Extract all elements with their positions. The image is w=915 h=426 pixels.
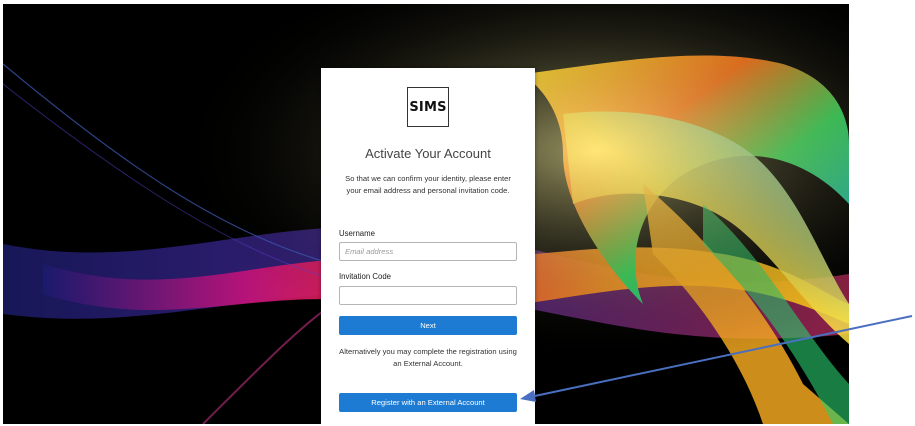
annotation-arrow: [520, 315, 913, 402]
